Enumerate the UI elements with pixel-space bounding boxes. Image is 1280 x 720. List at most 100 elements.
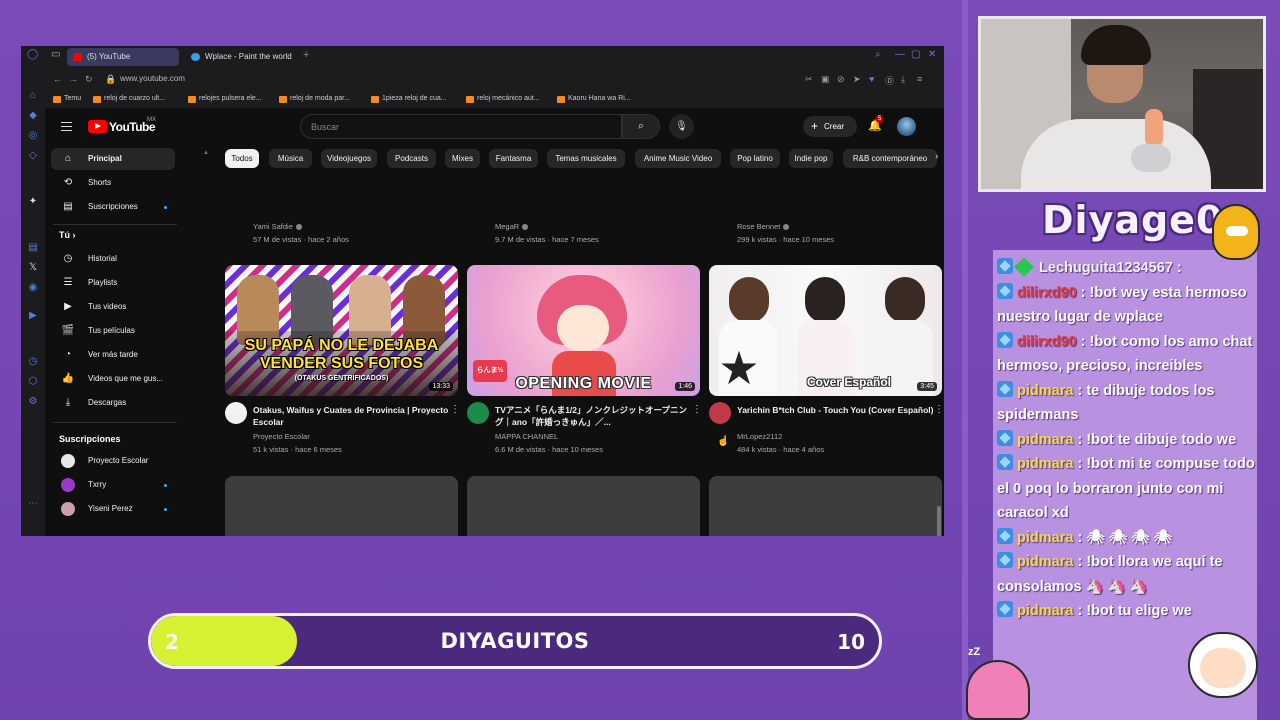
chip-todos[interactable]: Todos bbox=[225, 149, 259, 168]
chip-fantasma[interactable]: Fantasma bbox=[489, 149, 538, 168]
video-title[interactable]: TVアニメ「らんま1/2」ノンクレジットオープニング｜ano「許婚っきゅん」／.… bbox=[495, 404, 693, 428]
bookmark-item[interactable]: reloj de moda par... bbox=[279, 95, 350, 103]
youtube-logo-icon[interactable] bbox=[88, 120, 107, 133]
sidebar-item-descargas[interactable]: ⤓ Descargas bbox=[51, 392, 175, 414]
aria-icon[interactable]: ◆ bbox=[27, 110, 39, 122]
hamburger-menu-icon[interactable] bbox=[61, 122, 72, 131]
tab-menu-icon[interactable]: ▭ bbox=[51, 49, 60, 60]
close-icon[interactable]: ✕ bbox=[928, 49, 936, 60]
adblock-icon[interactable]: ⊘ bbox=[837, 74, 845, 85]
x-icon[interactable]: 𝕏 bbox=[27, 262, 39, 274]
page-scrollbar[interactable] bbox=[937, 506, 941, 536]
bookmark-item[interactable]: relojes pulsera ele... bbox=[188, 95, 262, 103]
send-icon[interactable]: ➤ bbox=[853, 74, 861, 85]
sidebar-channel-yiseni-perez[interactable]: Yiseni Perez bbox=[51, 498, 175, 520]
sidebar-item-label: Descargas bbox=[88, 398, 127, 407]
address-bar: ← → ↻ 🔒 www.youtube.com ✂ ▣ ⊘ ➤ ♥ Ⓓ ⤓ ≡ bbox=[45, 68, 944, 92]
sidebar-channel-proyecto-escolar[interactable]: Proyecto Escolar bbox=[51, 450, 175, 472]
bookmark-item[interactable]: 1pieza reloj de cua... bbox=[371, 95, 447, 103]
bookmark-item[interactable]: Kaoru Hana wa Ri... bbox=[557, 95, 631, 103]
chip-mixes[interactable]: Mixes bbox=[445, 149, 480, 168]
tab-wplace[interactable]: Wplace - Paint the world bbox=[185, 48, 297, 66]
account-avatar[interactable] bbox=[897, 117, 916, 136]
discord-icon[interactable]: ◉ bbox=[27, 282, 39, 294]
heart-icon[interactable]: ♥ bbox=[869, 74, 874, 84]
video-channel[interactable]: MAPPA CHANNEL bbox=[495, 432, 558, 441]
reload-icon[interactable]: ↻ bbox=[85, 74, 93, 85]
sidebar-item-tus-videos[interactable]: ▶ Tus videos bbox=[51, 296, 175, 318]
you-heading[interactable]: Tú › bbox=[59, 230, 76, 240]
channel-avatar[interactable] bbox=[467, 402, 489, 424]
video-title[interactable]: Otakus, Waifus y Cuates de Provincia | P… bbox=[253, 404, 451, 428]
sidebar-item-historial[interactable]: ◷ Historial bbox=[51, 248, 175, 270]
chip-indie-pop[interactable]: Indie pop bbox=[789, 149, 833, 168]
sidebar-item-principal[interactable]: ⌂ Principal bbox=[51, 148, 175, 170]
video-thumbnail[interactable]: SU PAPÁ NO LE DEJABA VENDER SUS FOTOS (O… bbox=[225, 265, 458, 396]
history-rail-icon[interactable]: ◷ bbox=[27, 356, 39, 368]
player-icon[interactable]: ▶ bbox=[27, 310, 39, 322]
chip-videojuegos[interactable]: Videojuegos bbox=[321, 149, 377, 168]
messenger-icon[interactable]: ◎ bbox=[27, 130, 39, 142]
extensions-icon[interactable]: ⬡ bbox=[27, 376, 39, 388]
capture-icon[interactable]: ▣ bbox=[821, 74, 830, 85]
more-options-icon[interactable]: ⋮ bbox=[692, 404, 702, 415]
url-field[interactable]: www.youtube.com bbox=[120, 74, 185, 83]
settings-icon[interactable]: ⚙ bbox=[27, 396, 39, 408]
chip-podcasts[interactable]: Podcasts bbox=[387, 149, 436, 168]
voice-search-button[interactable]: 🎙 bbox=[669, 114, 694, 139]
bookmark-item[interactable]: reloj de cuarzo ult... bbox=[93, 95, 165, 103]
chip-pop-latino[interactable]: Pop latino bbox=[730, 149, 780, 168]
chip-rnb-contemporaneo[interactable]: R&B contemporáneo bbox=[843, 149, 937, 168]
chip-temas-musicales[interactable]: Temas musicales bbox=[547, 149, 625, 168]
video-channel[interactable]: Rose Bennet bbox=[737, 222, 790, 231]
snapshot-icon[interactable]: ✂ bbox=[805, 74, 813, 85]
search-input[interactable]: Buscar bbox=[300, 114, 622, 139]
more-rail-icon[interactable]: ⋯ bbox=[27, 498, 39, 510]
video-channel[interactable]: Proyecto Escolar bbox=[253, 432, 310, 441]
chat-message: dilirxd90 : !bot wey esta hermoso nuestr… bbox=[997, 282, 1247, 325]
thumbnail-text: SU PAPÁ NO LE DEJABA VENDER SUS FOTOS bbox=[244, 337, 439, 372]
bookmark-item[interactable]: reloj mecánico aut... bbox=[466, 95, 540, 103]
back-icon[interactable]: ← bbox=[53, 74, 62, 84]
chip-musica[interactable]: Música bbox=[269, 149, 312, 168]
downloads-icon[interactable]: ⤓ bbox=[901, 74, 905, 85]
video-channel[interactable]: MrLopez2112 bbox=[737, 432, 782, 441]
sidebar-item-shorts[interactable]: ⟲ Shorts bbox=[51, 172, 175, 194]
sidebar-item-tus-peliculas[interactable]: 🎬 Tus películas bbox=[51, 320, 175, 342]
sidebar-item-ver-mas-tarde[interactable]: ◔ Ver más tarde bbox=[51, 344, 175, 366]
video-title[interactable]: Yarichin B*tch Club - Touch You (Cover E… bbox=[737, 404, 935, 416]
sub-badge-icon bbox=[997, 601, 1013, 617]
video-channel[interactable]: MegaR bbox=[495, 222, 529, 231]
forward-icon[interactable]: → bbox=[69, 74, 78, 84]
more-options-icon[interactable]: ⋮ bbox=[450, 404, 460, 415]
video-thumbnail[interactable]: らんま½ OPENING MOVIE 1:46 bbox=[467, 265, 700, 396]
channel-avatar[interactable] bbox=[225, 402, 247, 424]
video-channel[interactable]: Yami Safdie bbox=[253, 222, 302, 231]
bookmark-item[interactable]: Temu bbox=[53, 95, 81, 103]
profile-icon[interactable]: Ⓓ bbox=[885, 74, 894, 87]
instagram-icon[interactable]: ◇ bbox=[27, 150, 39, 162]
tab-youtube[interactable]: (5) YouTube bbox=[67, 48, 179, 66]
tab-label: Wplace - Paint the world bbox=[205, 52, 292, 61]
chip-anime-music-video[interactable]: Anime Music Video bbox=[635, 149, 721, 168]
sidebar-scroll-up-icon[interactable]: ▲ bbox=[203, 150, 209, 156]
video-thumbnail[interactable]: ★ Cover Español 3:45 bbox=[709, 265, 942, 396]
opera-logo-icon[interactable]: ◯ bbox=[27, 49, 38, 60]
maximize-icon[interactable]: ▢ bbox=[911, 49, 920, 60]
new-tab-icon[interactable]: + bbox=[303, 49, 309, 61]
sidebar-item-playlists[interactable]: ☰ Playlists bbox=[51, 272, 175, 294]
sidebar-item-suscripciones[interactable]: ▤ Suscripciones bbox=[51, 196, 175, 218]
search-button[interactable]: ⌕ bbox=[622, 114, 660, 139]
sidebar-item-liked-videos[interactable]: 👍 Videos que me gus... bbox=[51, 368, 175, 390]
pin-icon[interactable]: ✦ bbox=[27, 196, 39, 208]
channel-avatar[interactable] bbox=[709, 402, 731, 424]
search-tabs-icon[interactable]: ⌕ bbox=[875, 49, 881, 60]
more-options-icon[interactable]: ⋮ bbox=[934, 404, 944, 415]
create-button[interactable]: + Crear bbox=[803, 116, 857, 137]
twitch-icon[interactable]: ▤ bbox=[27, 242, 39, 254]
menu-icon[interactable]: ≡ bbox=[917, 74, 922, 84]
sidebar-channel-txrry[interactable]: Txrry bbox=[51, 474, 175, 496]
chevron-right-icon[interactable]: › bbox=[935, 151, 938, 162]
home-icon[interactable]: ⌂ bbox=[27, 90, 39, 102]
minimize-icon[interactable]: — bbox=[895, 49, 905, 60]
